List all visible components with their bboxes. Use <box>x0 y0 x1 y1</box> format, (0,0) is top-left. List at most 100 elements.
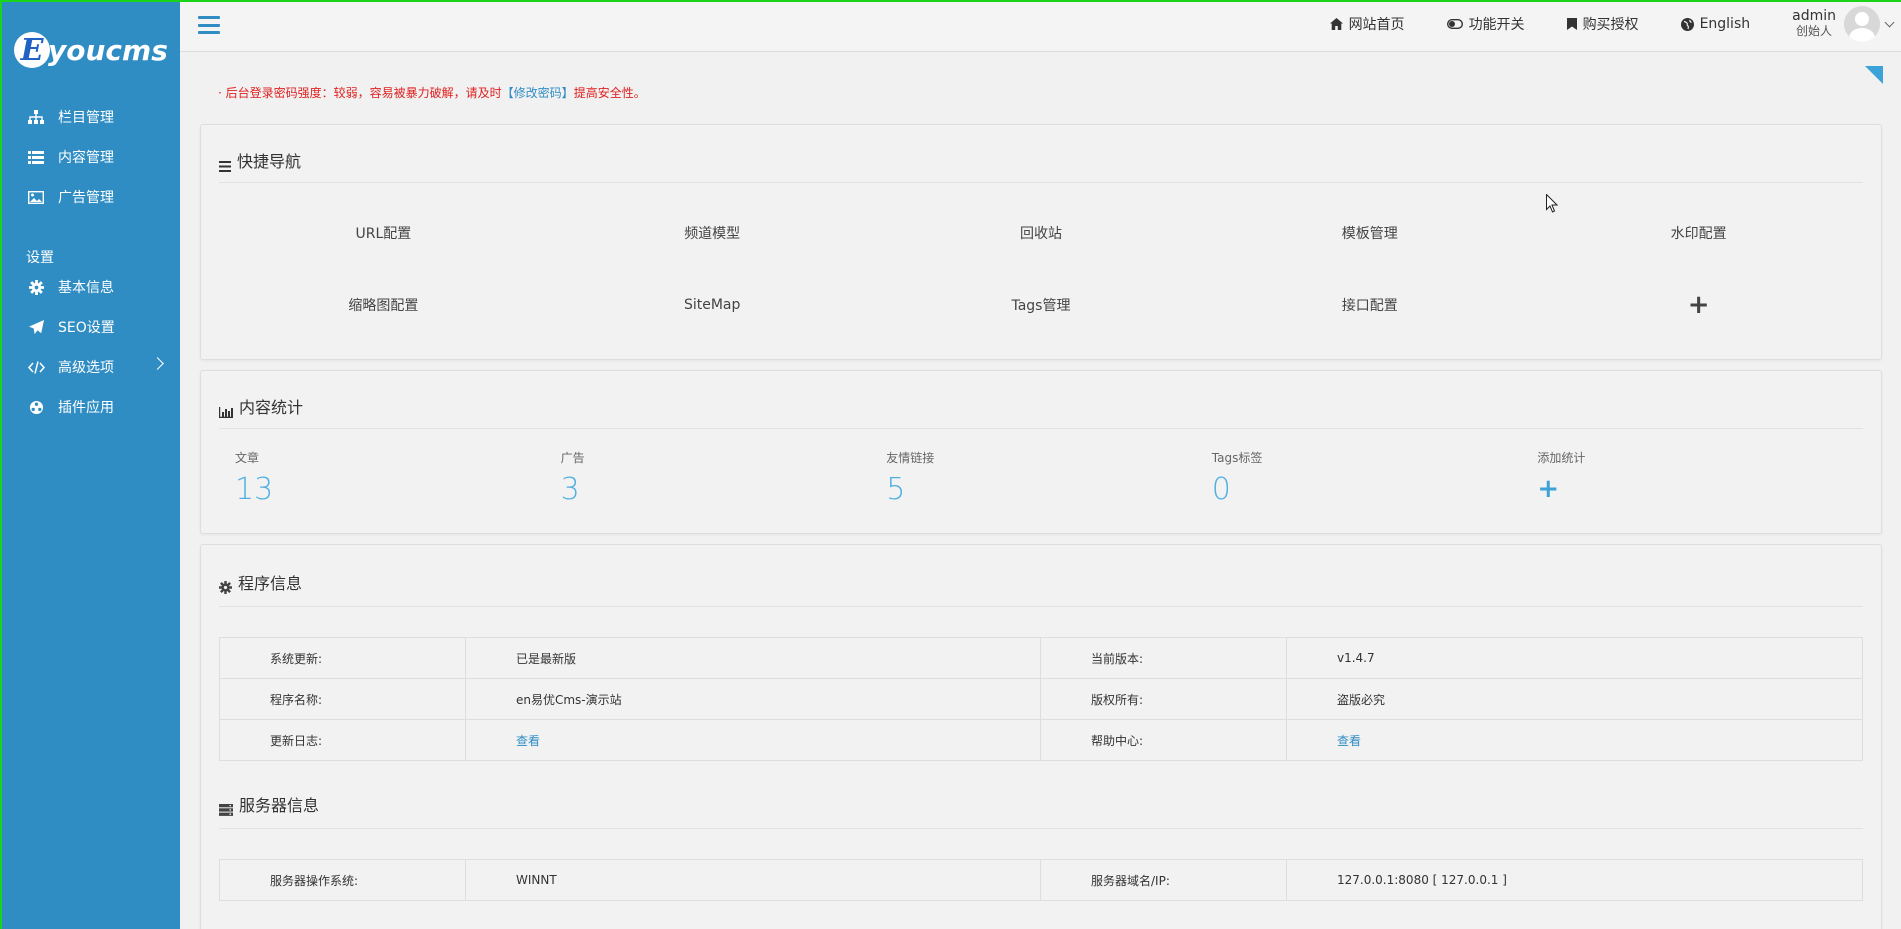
panel-title: 快捷导航 <box>237 152 302 171</box>
server-info: 服务器信息 服务器操作系统: WINNT 服务器域名/IP: 127.0.0.1… <box>201 767 1881 901</box>
chevron-down-icon <box>1884 17 1895 27</box>
alert-text: 后台登录密码强度：较弱，容易被暴力破解，请及时 <box>225 86 502 100</box>
sidebar-item-basic-info[interactable]: 基本信息 <box>2 267 180 307</box>
quick-link-template[interactable]: 模板管理 <box>1205 197 1534 269</box>
program-info-header: 程序信息 <box>219 545 1863 607</box>
table-cell: WINNT <box>465 859 1041 901</box>
panel-title: 服务器信息 <box>239 796 320 815</box>
sidebar-item-label: 高级选项 <box>58 360 114 376</box>
quick-link-url[interactable]: URL配置 <box>219 197 548 269</box>
top-links: 网站首页 功能开关 购买授权 English admin 创始人 <box>1329 2 1901 46</box>
link-label: 网站首页 <box>1348 17 1405 33</box>
toggle-icon <box>1446 19 1463 29</box>
quick-link-api[interactable]: 接口配置 <box>1205 269 1534 341</box>
server-info-table: 服务器操作系统: WINNT 服务器域名/IP: 127.0.0.1:8080 … <box>219 859 1863 901</box>
quick-link-sitemap[interactable]: SiteMap <box>548 269 877 341</box>
quick-link-recycle-bin[interactable]: 回收站 <box>877 197 1206 269</box>
sitemap-icon <box>26 109 46 125</box>
bars-icon <box>219 161 231 172</box>
panel-title: 程序信息 <box>238 574 303 593</box>
user-text: admin 创始人 <box>1792 9 1836 39</box>
main-content: · 后台登录密码强度：较弱，容易被暴力破解，请及时【修改密码】提高安全性。 快捷… <box>200 52 1882 929</box>
stat-articles[interactable]: 文章 13 <box>235 449 561 507</box>
sidebar-item-columns[interactable]: 栏目管理 <box>2 97 180 137</box>
table-row: 系统更新: 已是最新版 当前版本: v1.4.7 <box>219 637 1863 679</box>
stat-label: 友情链接 <box>886 451 935 465</box>
content-stats-panel: 内容统计 文章 13 广告 3 友情链接 5 Tags标签 0 添加统计 + <box>200 370 1882 534</box>
link-label: English <box>1699 16 1751 32</box>
quick-nav-grid: URL配置 频道模型 回收站 模板管理 水印配置 缩略图配置 SiteMap T… <box>201 183 1881 359</box>
quick-link-channel-model[interactable]: 频道模型 <box>548 197 877 269</box>
table-cell: 帮助中心: <box>1040 719 1287 761</box>
panel-title: 内容统计 <box>239 398 304 417</box>
bar-chart-icon <box>219 407 233 418</box>
stat-value: 5 <box>886 472 906 507</box>
server-info-header: 服务器信息 <box>219 767 1863 829</box>
mouse-cursor-icon <box>1546 194 1558 213</box>
quick-link-thumbnail[interactable]: 缩略图配置 <box>219 269 548 341</box>
change-password-link[interactable]: 【修改密码】 <box>502 86 574 100</box>
buy-license-link[interactable]: 购买授权 <box>1566 14 1639 34</box>
sidebar-item-label: 广告管理 <box>58 190 114 206</box>
quick-nav-panel: 快捷导航 URL配置 频道模型 回收站 模板管理 水印配置 缩略图配置 Site… <box>200 124 1882 360</box>
sidebar-item-content[interactable]: 内容管理 <box>2 137 180 177</box>
puzzle-icon <box>26 399 46 415</box>
quick-nav-add-button[interactable]: + <box>1534 269 1863 341</box>
sidebar-item-plugins[interactable]: 插件应用 <box>2 387 180 427</box>
language-link[interactable]: English <box>1680 16 1751 32</box>
home-icon <box>1329 18 1343 30</box>
sidebar-section-settings: 设置 <box>26 250 54 266</box>
quick-link-watermark[interactable]: 水印配置 <box>1534 197 1863 269</box>
stat-value: 13 <box>235 472 274 507</box>
server-icon <box>219 804 233 816</box>
sidebar-nav: 栏目管理 内容管理 广告管理 设置 基本信息 SEO设置 高级选项 插件应用 <box>2 97 180 427</box>
stat-ads[interactable]: 广告 3 <box>561 449 887 507</box>
stat-label: 广告 <box>560 451 585 465</box>
image-icon <box>26 189 46 205</box>
stat-add-button[interactable]: 添加统计 + <box>1537 449 1863 507</box>
sidebar-item-advanced[interactable]: 高级选项 <box>2 347 180 387</box>
quick-link-tags[interactable]: Tags管理 <box>877 269 1206 341</box>
program-info: 程序信息 系统更新: 已是最新版 当前版本: v1.4.7 程序名称: en易优… <box>201 545 1881 761</box>
site-home-link[interactable]: 网站首页 <box>1329 14 1405 34</box>
quick-nav-header: 快捷导航 <box>219 125 1863 183</box>
system-info-panel: 程序信息 系统更新: 已是最新版 当前版本: v1.4.7 程序名称: en易优… <box>200 544 1882 929</box>
logo[interactable]: E youcms <box>14 28 168 72</box>
changelog-link[interactable]: 查看 <box>516 734 540 748</box>
table-cell: 服务器操作系统: <box>219 859 466 901</box>
user-role: 创始人 <box>1796 24 1833 38</box>
stat-value: 0 <box>1211 472 1231 507</box>
table-cell: 当前版本: <box>1040 637 1287 679</box>
table-cell: 版权所有: <box>1040 678 1287 720</box>
password-alert: · 后台登录密码强度：较弱，容易被暴力破解，请及时【修改密码】提高安全性。 <box>200 52 1882 124</box>
avatar[interactable] <box>1844 6 1880 42</box>
logo-mark: E <box>14 32 50 68</box>
stats-grid: 文章 13 广告 3 友情链接 5 Tags标签 0 添加统计 + <box>201 429 1881 533</box>
plus-icon: + <box>1537 474 1560 504</box>
paper-plane-icon <box>26 319 46 335</box>
stat-label: Tags标签 <box>1211 451 1263 465</box>
user-menu[interactable]: admin 创始人 <box>1792 6 1895 42</box>
user-name: admin <box>1792 8 1836 24</box>
gear-icon <box>26 279 46 295</box>
topbar: 网站首页 功能开关 购买授权 English admin 创始人 <box>180 0 1901 52</box>
sidebar-item-label: 插件应用 <box>58 400 114 416</box>
table-cell: 盗版必究 <box>1286 678 1863 720</box>
table-cell: v1.4.7 <box>1286 637 1863 679</box>
table-cell: 查看 <box>465 719 1041 761</box>
sidebar-item-label: 内容管理 <box>58 150 114 166</box>
stat-tags[interactable]: Tags标签 0 <box>1212 449 1538 507</box>
table-cell: 已是最新版 <box>465 637 1041 679</box>
program-info-table: 系统更新: 已是最新版 当前版本: v1.4.7 程序名称: en易优Cms-演… <box>219 637 1863 761</box>
stat-friend-links[interactable]: 友情链接 5 <box>886 449 1212 507</box>
sidebar-item-seo[interactable]: SEO设置 <box>2 307 180 347</box>
menu-toggle-icon[interactable] <box>198 16 220 34</box>
sidebar-item-ads[interactable]: 广告管理 <box>2 177 180 217</box>
stat-value: 3 <box>560 472 580 507</box>
help-center-link[interactable]: 查看 <box>1337 734 1361 748</box>
table-cell: 服务器域名/IP: <box>1040 859 1287 901</box>
plus-icon: + <box>1687 290 1710 320</box>
content-stats-header: 内容统计 <box>219 371 1863 429</box>
feature-switch-link[interactable]: 功能开关 <box>1446 14 1525 34</box>
table-cell: 查看 <box>1286 719 1863 761</box>
